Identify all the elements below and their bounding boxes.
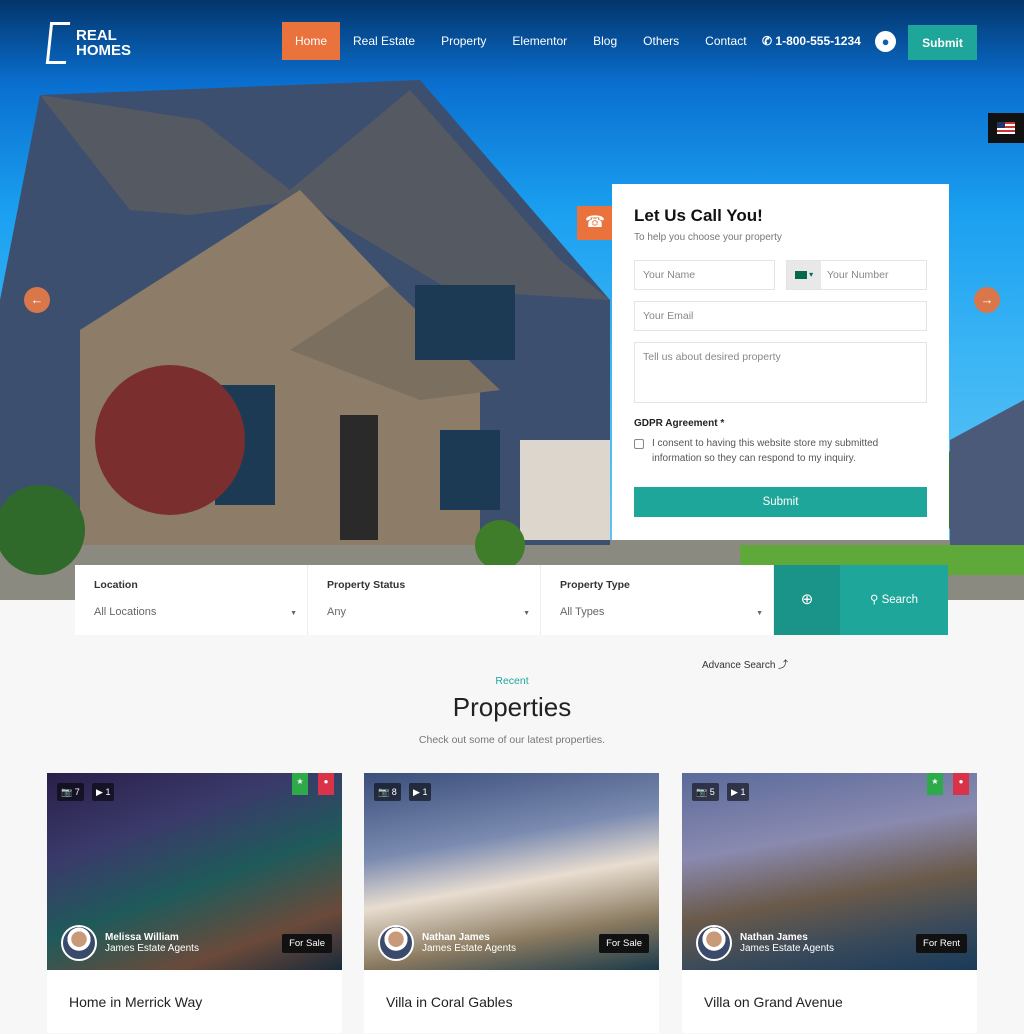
video-count-badge: ▶ 1	[409, 783, 432, 801]
advance-search-label: Advance Search ⤴	[702, 660, 789, 671]
agent-company: James Estate Agents	[105, 943, 199, 954]
status-badge: For Sale	[599, 934, 649, 953]
agent-info[interactable]: Nathan James James Estate Agents	[378, 925, 516, 961]
us-flag-icon	[997, 122, 1015, 134]
country-code-select[interactable]: ▾	[787, 261, 821, 289]
logo-text-2: HOMES	[76, 42, 132, 59]
slider-prev-button[interactable]: ←	[24, 287, 50, 313]
phone-number: 1-800-555-1234	[775, 34, 861, 48]
photo-count-badge: 📷 7	[57, 783, 84, 801]
type-select[interactable]: Property Type All Types ▼	[541, 565, 774, 635]
photo-count-badge: 📷 5	[692, 783, 719, 801]
nav-home[interactable]: Home	[282, 22, 341, 60]
property-search-bar: Location All Locations ▼ Property Status An…	[75, 565, 948, 635]
agent-name: Nathan James	[422, 932, 490, 943]
featured-star-icon: ★	[927, 773, 943, 795]
callback-form: Let Us Call You! To help you choose your…	[612, 184, 949, 540]
property-image[interactable]: 📷 8 ▶ 1 Nathan James James Estate Agents …	[364, 773, 659, 970]
avatar	[696, 925, 732, 961]
zoom-plus-icon: ⊕	[800, 591, 814, 608]
phone-input[interactable]: ▾ Your Number	[786, 260, 927, 290]
caret-down-icon: ▼	[756, 610, 763, 617]
video-icon: ▶	[731, 787, 738, 797]
agent-name: Nathan James	[740, 932, 808, 943]
message-textarea[interactable]: Tell us about desired property	[634, 342, 927, 403]
agent-company: James Estate Agents	[740, 943, 834, 954]
featured-star-icon: ★	[292, 773, 308, 795]
property-card[interactable]: 📷 7 ▶ 1 ★ ● Melissa William James Estate …	[47, 773, 342, 1033]
nav-elementor[interactable]: Elementor	[499, 22, 580, 60]
phone-call-icon: ☎	[577, 206, 613, 240]
video-count-badge: ▶ 1	[92, 783, 115, 801]
property-title[interactable]: Villa on Grand Avenue	[682, 970, 977, 1034]
search-label: Search	[881, 594, 919, 606]
logo-mark-icon	[45, 22, 71, 64]
nav-blog[interactable]: Blog	[580, 22, 630, 60]
form-title: Let Us Call You!	[634, 206, 763, 225]
nav-property[interactable]: Property	[428, 22, 499, 60]
field-label: Location	[94, 579, 138, 591]
camera-icon: 📷	[696, 787, 708, 797]
agent-info[interactable]: Melissa William James Estate Agents	[61, 925, 199, 961]
camera-icon: 📷	[61, 787, 73, 797]
search-button[interactable]: ⚲ Search	[840, 565, 948, 635]
name-input[interactable]: Your Name	[634, 260, 775, 290]
phone-link[interactable]: ✆ 1-800-555-1234	[762, 22, 861, 60]
user-account-icon[interactable]: ●	[875, 31, 896, 52]
main-navigation: REAL HOMES Home Real Estate Property Elem…	[0, 22, 1024, 64]
nav-others[interactable]: Others	[630, 22, 692, 60]
location-select[interactable]: Location All Locations ▼	[75, 565, 308, 635]
gdpr-checkbox[interactable]	[634, 439, 644, 449]
property-title[interactable]: Home in Merrick Way	[47, 970, 342, 1034]
agent-name: Melissa William	[105, 932, 179, 943]
submit-property-button[interactable]: Submit	[908, 25, 977, 60]
avatar	[378, 925, 414, 961]
section-title: Properties	[452, 692, 572, 722]
caret-down-icon: ▼	[290, 610, 297, 617]
language-switcher[interactable]	[988, 113, 1024, 143]
slider-next-button[interactable]: →	[974, 287, 1000, 313]
email-input[interactable]: Your Email	[634, 301, 927, 331]
camera-icon: 📷	[378, 787, 390, 797]
callback-submit-button[interactable]: Submit	[634, 487, 927, 517]
photo-count-badge: 📷 8	[374, 783, 401, 801]
hot-flame-icon: ●	[953, 773, 969, 795]
phone-placeholder: Your Number	[827, 269, 889, 281]
bd-flag-icon	[794, 270, 807, 279]
field-label: Property Type	[560, 579, 630, 591]
consent-text: I consent to having this website store m…	[652, 438, 879, 464]
nav-contact[interactable]: Contact	[692, 22, 759, 60]
video-count-badge: ▶ 1	[727, 783, 750, 801]
section-description: Check out some of our latest properties.	[418, 734, 606, 746]
form-subtitle: To help you choose your property	[634, 232, 782, 243]
field-value: Any	[327, 606, 346, 618]
phone-icon: ✆	[762, 34, 773, 48]
field-value: All Locations	[94, 606, 157, 618]
search-icon: ⚲	[869, 594, 879, 606]
field-label: Property Status	[327, 579, 406, 591]
field-value: All Types	[560, 606, 605, 618]
property-card[interactable]: 📷 5 ▶ 1 ★ ● Nathan James James Estate Age…	[682, 773, 977, 1033]
caret-down-icon: ▼	[523, 610, 530, 617]
video-icon: ▶	[96, 787, 103, 797]
status-badge: For Rent	[916, 934, 967, 953]
status-badge: For Sale	[282, 934, 332, 953]
agent-info[interactable]: Nathan James James Estate Agents	[696, 925, 834, 961]
avatar	[61, 925, 97, 961]
logo-text-1: REAL	[76, 27, 117, 44]
section-kicker: Recent	[495, 675, 529, 687]
nav-real-estate[interactable]: Real Estate	[340, 22, 428, 60]
property-title[interactable]: Villa in Coral Gables	[364, 970, 659, 1034]
advance-search-button[interactable]: ⊕	[774, 565, 840, 635]
agent-company: James Estate Agents	[422, 943, 516, 954]
curved-arrow-icon: ⤴	[778, 660, 789, 671]
property-card[interactable]: 📷 8 ▶ 1 Nathan James James Estate Agents …	[364, 773, 659, 1033]
property-image[interactable]: 📷 5 ▶ 1 ★ ● Nathan James James Estate Age…	[682, 773, 977, 970]
hot-flame-icon: ●	[318, 773, 334, 795]
logo[interactable]: REAL HOMES	[45, 22, 132, 64]
gdpr-label: GDPR Agreement *	[634, 418, 725, 429]
property-image[interactable]: 📷 7 ▶ 1 ★ ● Melissa William James Estate …	[47, 773, 342, 970]
video-icon: ▶	[413, 787, 420, 797]
status-select[interactable]: Property Status Any ▼	[308, 565, 541, 635]
